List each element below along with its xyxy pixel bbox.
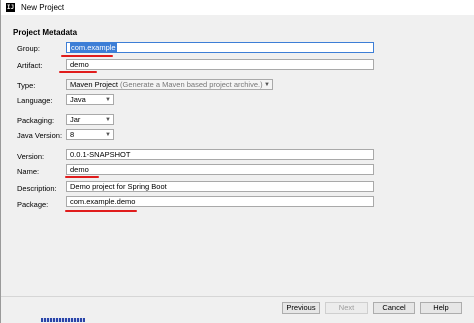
name-value: demo xyxy=(70,165,89,174)
java-version-value: 8 xyxy=(70,130,75,139)
language-value: Java xyxy=(70,95,86,104)
artifact-field[interactable]: demo xyxy=(66,59,374,70)
version-field[interactable]: 0.0.1-SNAPSHOT xyxy=(66,149,374,160)
background-window-fragment xyxy=(41,318,85,322)
artifact-value: demo xyxy=(70,60,89,69)
new-project-dialog: IJ New Project Project Metadata Group: c… xyxy=(0,0,474,323)
red-annotation-underline xyxy=(65,210,137,212)
type-hint: (Generate a Maven based project archive.… xyxy=(120,80,263,89)
language-dropdown[interactable]: Java ▼ xyxy=(66,94,114,105)
window-title: New Project xyxy=(21,3,65,12)
package-value: com.example.demo xyxy=(70,197,136,206)
version-value: 0.0.1-SNAPSHOT xyxy=(70,150,131,159)
red-annotation-underline xyxy=(59,71,97,73)
packaging-dropdown[interactable]: Jar ▼ xyxy=(66,114,114,125)
chevron-down-icon: ▼ xyxy=(264,82,270,88)
description-label: Description: xyxy=(17,184,57,193)
package-label: Package: xyxy=(17,200,49,209)
chevron-down-icon: ▼ xyxy=(105,132,111,138)
java-version-dropdown[interactable]: 8 ▼ xyxy=(66,129,114,140)
type-value: Maven Project xyxy=(70,80,118,89)
version-label: Version: xyxy=(17,152,45,161)
package-field[interactable]: com.example.demo xyxy=(66,196,374,207)
previous-button[interactable]: Previous xyxy=(282,302,320,314)
packaging-label: Packaging: xyxy=(17,116,55,125)
intellij-app-icon: IJ xyxy=(6,3,15,12)
description-value: Demo project for Spring Boot xyxy=(70,182,167,191)
group-field[interactable]: com.example xyxy=(66,42,374,53)
red-annotation-underline xyxy=(65,176,99,178)
artifact-label: Artifact: xyxy=(17,61,43,70)
java-version-label: Java Version: xyxy=(17,131,63,140)
chevron-down-icon: ▼ xyxy=(105,97,111,103)
next-button[interactable]: Next xyxy=(325,302,368,314)
type-label: Type: xyxy=(17,81,36,90)
section-title: Project Metadata xyxy=(13,28,78,37)
name-label: Name: xyxy=(17,167,40,176)
description-field[interactable]: Demo project for Spring Boot xyxy=(66,181,374,192)
red-annotation-underline xyxy=(61,55,113,57)
chevron-down-icon: ▼ xyxy=(105,117,111,123)
name-field[interactable]: demo xyxy=(66,164,374,175)
packaging-value: Jar xyxy=(70,115,81,124)
cancel-button[interactable]: Cancel xyxy=(373,302,415,314)
group-value: com.example xyxy=(70,43,117,52)
footer-divider xyxy=(1,296,474,297)
group-label: Group: xyxy=(17,44,40,53)
help-button[interactable]: Help xyxy=(420,302,462,314)
language-label: Language: xyxy=(17,96,53,105)
type-dropdown[interactable]: Maven Project (Generate a Maven based pr… xyxy=(66,79,273,90)
title-bar: IJ New Project xyxy=(1,0,474,15)
